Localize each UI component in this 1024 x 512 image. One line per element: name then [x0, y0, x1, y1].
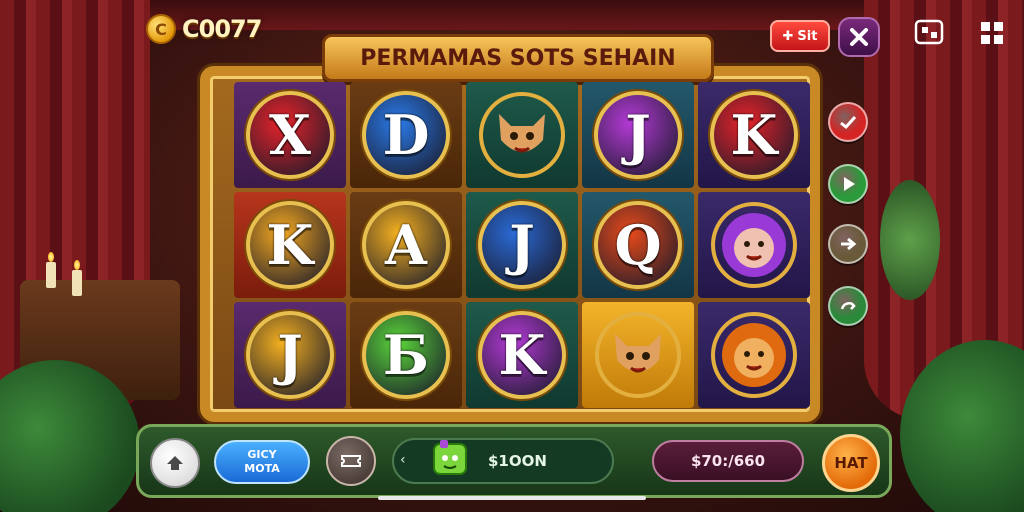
reel-cell — [582, 302, 694, 408]
reel-cell — [698, 302, 810, 408]
coin-balance: C C0077 — [146, 14, 262, 44]
check-button[interactable] — [828, 102, 868, 142]
home-indicator[interactable] — [378, 496, 646, 500]
bet-chip-icon — [433, 440, 467, 475]
symbol-letter: D — [362, 91, 450, 179]
symbol-letter: K — [246, 201, 334, 289]
reel-cell: X — [234, 82, 346, 188]
arrow-button[interactable] — [828, 224, 868, 264]
spin-button[interactable]: HAT — [822, 434, 880, 492]
reel-cell: D — [350, 82, 462, 188]
reel-5: K — [698, 82, 810, 408]
balance-display: $70:/660 — [652, 440, 804, 482]
settings-button[interactable] — [975, 16, 1009, 50]
reel-cell: A — [350, 192, 462, 298]
lion-symbol-icon — [711, 312, 797, 398]
symbol-letter: Б — [362, 311, 450, 399]
symbol-letter: J — [478, 201, 566, 289]
play-icon — [844, 177, 855, 191]
symbol-letter: Q — [594, 201, 682, 289]
ticket-button[interactable] — [326, 436, 376, 486]
candle — [46, 252, 56, 288]
swap-button[interactable] — [828, 286, 868, 326]
grid-icon — [981, 22, 1003, 44]
reel-4: JQ — [582, 82, 694, 408]
reel-cell — [466, 82, 578, 188]
cat-symbol-icon — [479, 92, 565, 178]
mode-button[interactable]: GICY MOTA — [214, 440, 310, 484]
home-icon — [167, 456, 183, 470]
reel-1: XKJ — [234, 82, 346, 408]
coin-icon: C — [146, 14, 176, 44]
candle — [72, 260, 82, 296]
symbol-letter: X — [246, 91, 334, 179]
menu-grid-button[interactable] — [912, 16, 946, 50]
sit-button[interactable]: ✚ Sit — [770, 20, 830, 52]
arrow-icon — [841, 237, 857, 251]
bet-decrease-arrow[interactable]: ‹ — [400, 452, 406, 468]
reel-cell: K — [234, 192, 346, 298]
controller-icon — [914, 19, 944, 45]
reel-cell: K — [466, 302, 578, 408]
reel-cell: K — [698, 82, 810, 188]
symbol-letter: A — [362, 201, 450, 289]
reel-cell: J — [466, 192, 578, 298]
reel-cell: Q — [582, 192, 694, 298]
coin-value: C0077 — [182, 15, 262, 43]
sit-button-label: Sit — [797, 28, 818, 44]
reel-3: JK — [466, 82, 578, 408]
symbol-letter: K — [710, 91, 798, 179]
symbol-letter: J — [594, 91, 682, 179]
window-foliage — [880, 180, 940, 300]
game-title: PERMAMAS SOTS SEHAIN — [360, 45, 676, 71]
title-banner: PERMAMAS SOTS SEHAIN — [322, 34, 714, 82]
reel-cell: J — [234, 302, 346, 408]
reel-cell: J — [582, 82, 694, 188]
lion-purple-symbol-icon — [711, 202, 797, 288]
swap-icon — [840, 302, 856, 310]
reel-cell — [698, 192, 810, 298]
symbol-letter: K — [478, 311, 566, 399]
ticket-icon — [341, 455, 361, 467]
reel-cell: Б — [350, 302, 462, 408]
symbol-letter: J — [246, 311, 334, 399]
close-icon — [850, 28, 868, 46]
mode-line-2: MOTA — [244, 462, 280, 475]
reel-2: DAБ — [350, 82, 462, 408]
close-button[interactable] — [838, 17, 880, 57]
mode-line-1: GICY — [247, 448, 277, 461]
play-button[interactable] — [828, 164, 868, 204]
home-button[interactable] — [150, 438, 200, 488]
bet-value: $1OON — [488, 452, 547, 470]
cat-symbol-icon — [595, 312, 681, 398]
reel-grid: XKJDAБJKJQK — [234, 82, 810, 408]
check-icon — [840, 115, 857, 130]
plus-icon: ✚ — [782, 28, 794, 44]
